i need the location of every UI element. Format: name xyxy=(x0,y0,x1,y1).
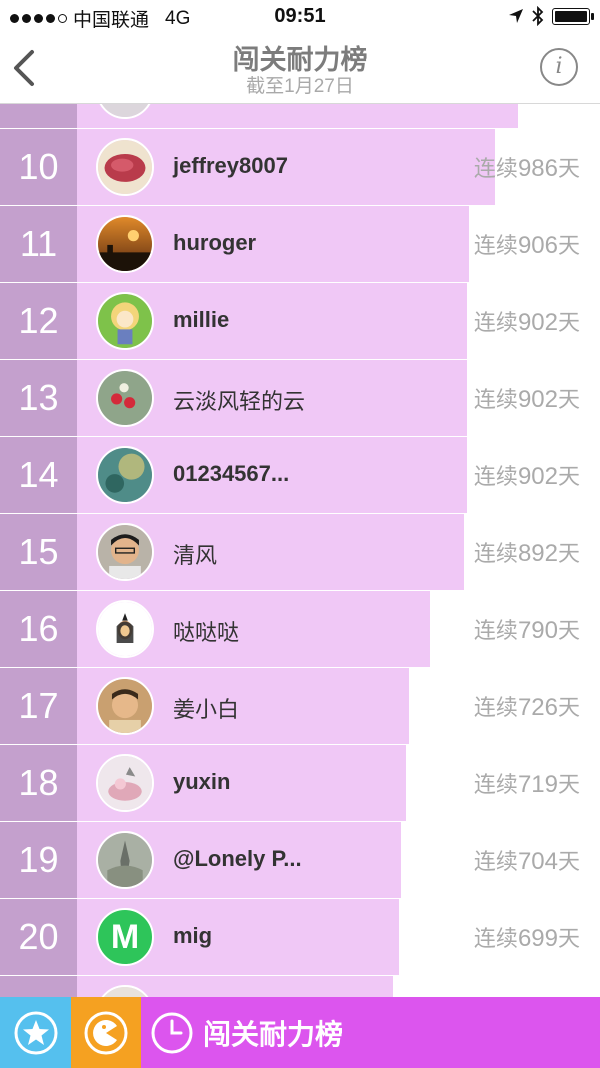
tab-bar: 闯关耐力榜 xyxy=(0,997,600,1068)
avatar[interactable] xyxy=(96,600,154,658)
avatar-letter: M xyxy=(110,917,140,956)
avatar[interactable] xyxy=(96,292,154,350)
user-name: @Lonely P... xyxy=(173,846,302,871)
rank-number: 15 xyxy=(0,514,77,590)
status-bar: 中国联通 4G 09:51 xyxy=(0,0,600,34)
user-name: 01234567... xyxy=(173,461,290,486)
status-right xyxy=(508,6,594,26)
streak-days: 连续726天 xyxy=(473,694,580,721)
rank-number: 10 xyxy=(0,129,77,205)
avatar[interactable] xyxy=(96,523,154,581)
avatar[interactable]: M xyxy=(96,908,154,966)
avatar[interactable] xyxy=(96,215,154,273)
rank-number: 13 xyxy=(0,360,77,436)
avatar[interactable] xyxy=(96,677,154,735)
user-name: 姜小白 xyxy=(173,697,240,722)
star-circle-icon xyxy=(14,1011,57,1054)
rank-number: 16 xyxy=(0,591,77,667)
streak-days: 连续902天 xyxy=(473,386,580,413)
location-arrow-icon xyxy=(509,9,523,23)
streak-days: 连续790天 xyxy=(473,617,580,644)
rank-cell xyxy=(0,976,77,997)
table-row[interactable]: 12 millie 连续902天 xyxy=(0,283,600,360)
avatar[interactable] xyxy=(96,369,154,427)
clock-icon xyxy=(151,1012,193,1053)
nav-bar: 闯关耐力榜 截至1月27日 i xyxy=(0,34,600,104)
streak-days: 连续699天 xyxy=(473,925,580,952)
rank-number: 19 xyxy=(0,822,77,898)
user-name: mig xyxy=(173,923,213,948)
streak-days: 连续892天 xyxy=(473,540,580,567)
rank-number: 18 xyxy=(0,745,77,821)
table-row[interactable]: 20 M mig 连续699天 xyxy=(0,899,600,976)
streak-days: 连续719天 xyxy=(473,771,580,798)
table-row[interactable]: 15 清风 连续892天 xyxy=(0,514,600,591)
user-name: huroger xyxy=(173,230,257,255)
page-subtitle: 截至1月27日 xyxy=(246,76,354,97)
table-row[interactable]: 17 姜小白 连续726天 xyxy=(0,668,600,745)
table-row[interactable]: 10 jeffrey8007 连续986天 xyxy=(0,129,600,206)
avatar[interactable] xyxy=(96,138,154,196)
rank-cell xyxy=(0,104,77,128)
table-row[interactable]: 11 huroger 连续906天 xyxy=(0,206,600,283)
streak-days: 连续902天 xyxy=(473,309,580,336)
avatar[interactable] xyxy=(96,754,154,812)
avatar[interactable] xyxy=(96,831,154,889)
avatar[interactable] xyxy=(96,446,154,504)
rank-number: 17 xyxy=(0,668,77,744)
table-row[interactable]: 13 云淡风轻的云 连续902天 xyxy=(0,360,600,437)
user-name: millie xyxy=(173,307,230,332)
pacman-circle-icon xyxy=(84,1011,128,1054)
table-row[interactable]: 14 01234567... 连续902天 xyxy=(0,437,600,514)
battery-icon xyxy=(552,7,594,25)
user-name: 云淡风轻的云 xyxy=(173,389,306,414)
tab-label: 闯关耐力榜 xyxy=(203,1018,344,1050)
table-row-partial[interactable] xyxy=(0,104,600,129)
tab-game[interactable] xyxy=(71,997,141,1068)
info-button[interactable]: i xyxy=(540,48,578,86)
user-name: yuxin xyxy=(173,769,231,794)
rank-number: 11 xyxy=(0,206,77,282)
tab-endurance-leaderboard[interactable]: 闯关耐力榜 xyxy=(141,997,600,1068)
table-row[interactable]: 16 哒哒哒 连续790天 xyxy=(0,591,600,668)
rank-number: 14 xyxy=(0,437,77,513)
table-row[interactable]: 18 yuxin 连续719天 xyxy=(0,745,600,822)
user-name: 哒哒哒 xyxy=(173,620,240,645)
rank-number: 20 xyxy=(0,899,77,975)
rank-number: 12 xyxy=(0,283,77,359)
user-name: jeffrey8007 xyxy=(173,153,288,178)
streak-days: 连续704天 xyxy=(473,848,580,875)
streak-days: 连续902天 xyxy=(473,463,580,490)
user-name: 清风 xyxy=(173,543,218,568)
table-row[interactable]: 19 @Lonely P... 连续704天 xyxy=(0,822,600,899)
streak-days: 连续906天 xyxy=(473,232,580,259)
table-row-partial[interactable] xyxy=(0,976,600,997)
bluetooth-icon xyxy=(532,6,544,26)
leaderboard-list[interactable]: 10 jeffrey8007 连续986天 11 huroger 连续906天 … xyxy=(0,104,600,997)
streak-days: 连续986天 xyxy=(473,155,580,182)
tab-favorites[interactable] xyxy=(0,997,71,1068)
